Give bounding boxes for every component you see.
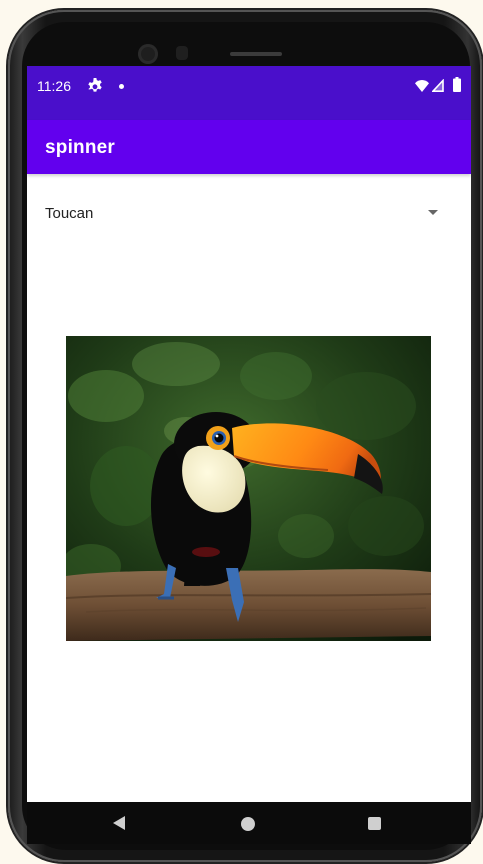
home-icon[interactable] — [241, 817, 255, 831]
animal-spinner[interactable]: Toucan — [27, 196, 471, 230]
emulator-stage: 11:26 spinner Toucan — [0, 0, 483, 864]
spinner-selected-value: Toucan — [45, 205, 94, 222]
earpiece-speaker — [230, 52, 282, 56]
status-time: 11:26 — [37, 78, 71, 94]
notification-dot — [119, 84, 124, 89]
wifi-icon — [415, 80, 429, 92]
gear-icon — [88, 78, 102, 92]
proximity-sensor — [176, 46, 188, 60]
app-title: spinner — [45, 137, 116, 158]
signal-icon — [432, 79, 444, 92]
toucan-image — [66, 336, 431, 641]
status-bar: 11:26 — [27, 66, 471, 120]
back-icon[interactable] — [113, 816, 125, 830]
toucan-illustration — [66, 336, 431, 641]
device-screen: 11:26 spinner Toucan — [27, 66, 471, 802]
app-bar: spinner — [27, 120, 471, 174]
battery-icon — [453, 77, 461, 92]
dropdown-arrow-icon — [428, 210, 438, 215]
front-camera — [138, 44, 158, 64]
recents-icon[interactable] — [368, 817, 381, 830]
navigation-bar — [27, 802, 471, 844]
